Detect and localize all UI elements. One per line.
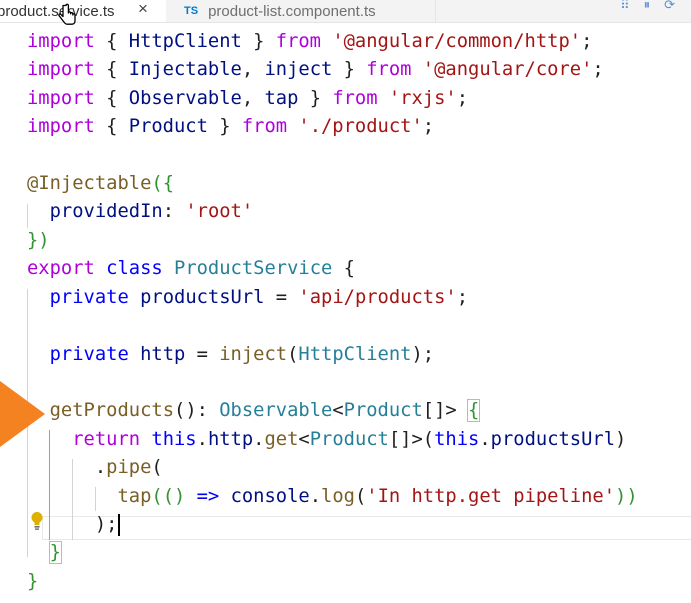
typescript-file-icon: TS — [184, 5, 199, 17]
editor-tab-bar: product.service.ts × TS product-list.com… — [0, 0, 691, 23]
current-line-highlight — [42, 516, 691, 540]
arrow-marker-icon — [0, 381, 45, 447]
restart-icon[interactable]: ⟳ — [664, 0, 675, 12]
tab-product-list-component[interactable]: TS product-list.component.ts — [166, 0, 436, 22]
debug-toolbar: ⠿ ⏸ ⟳ — [620, 0, 675, 12]
close-icon[interactable]: × — [138, 0, 148, 19]
text-cursor — [118, 513, 121, 536]
drag-handle-icon[interactable]: ⠿ — [620, 0, 630, 12]
lightbulb-icon[interactable] — [30, 511, 44, 531]
tab-product-service[interactable]: product.service.ts × — [0, 0, 166, 22]
code-editor[interactable]: import { HttpClient } from '@angular/com… — [0, 28, 691, 603]
hand-pointer-icon — [58, 3, 76, 25]
pause-icon[interactable]: ⏸ — [644, 0, 651, 12]
tab-label: product-list.component.ts — [208, 2, 376, 20]
